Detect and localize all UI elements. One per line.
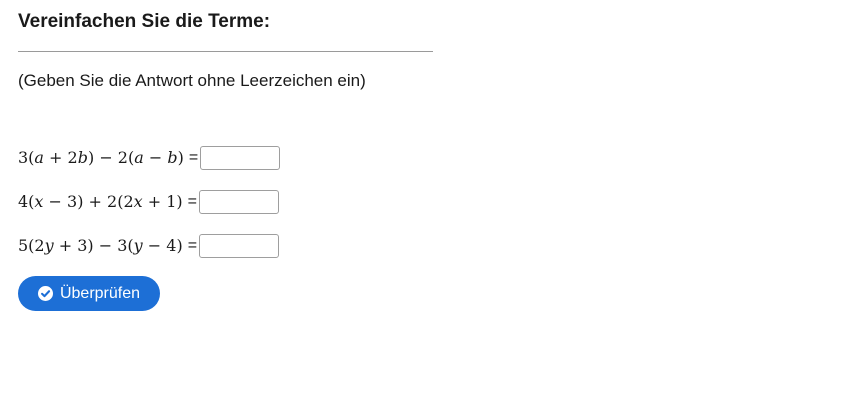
expression-3: 5(2y + 3) − 3(y − 4) xyxy=(18,236,183,255)
equals-sign: = xyxy=(187,193,198,210)
answer-input-2[interactable] xyxy=(199,190,280,214)
check-circle-icon xyxy=(37,286,53,301)
check-button[interactable]: Überprüfen xyxy=(18,276,160,311)
exercise-row-3: 5(2y + 3) − 3(y − 4) = xyxy=(18,233,280,259)
equals-sign: = xyxy=(187,237,198,254)
check-button-label: Überprüfen xyxy=(59,284,141,302)
exercise-row-1: 3(a + 2b) − 2(a − b) = xyxy=(18,145,281,171)
expression-1: 3(a + 2b) − 2(a − b) xyxy=(18,148,184,167)
title-divider xyxy=(18,51,433,52)
equals-sign: = xyxy=(188,149,199,166)
page-title: Vereinfachen Sie die Terme: xyxy=(18,11,271,32)
exercise-row-2: 4(x − 3) + 2(2x + 1) = xyxy=(18,189,280,215)
expression-2: 4(x − 3) + 2(2x + 1) xyxy=(18,192,183,211)
answer-input-3[interactable] xyxy=(199,234,280,258)
instruction-text: (Geben Sie die Antwort ohne Leerzeichen … xyxy=(18,71,366,90)
answer-input-1[interactable] xyxy=(200,146,281,170)
